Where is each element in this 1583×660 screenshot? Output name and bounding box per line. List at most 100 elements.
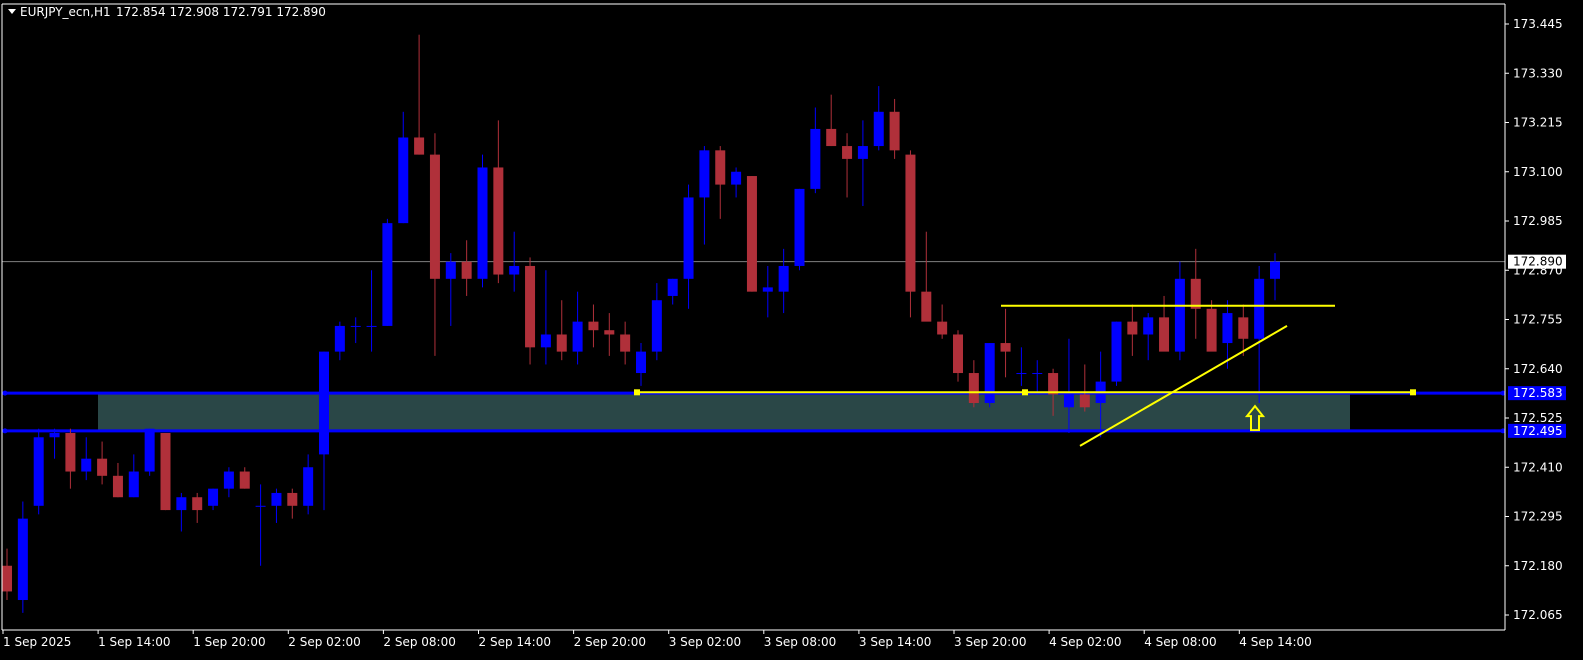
candle-body — [1222, 313, 1233, 344]
line-anchor-handle[interactable] — [634, 389, 640, 396]
candle-body — [1159, 317, 1170, 352]
candle-body — [128, 471, 139, 498]
y-tick-label: 172.755 — [1513, 313, 1563, 327]
candle-body — [414, 137, 425, 155]
x-tick-label: 2 Sep 20:00 — [574, 635, 646, 649]
candle-body — [588, 321, 599, 331]
candle-body — [445, 261, 456, 279]
x-tick-label: 1 Sep 20:00 — [193, 635, 265, 649]
candle-body — [746, 176, 757, 292]
candle-body — [429, 154, 440, 279]
y-tick-label: 172.640 — [1513, 362, 1563, 376]
y-tick-label: 172.525 — [1513, 411, 1563, 425]
candle-body — [1127, 321, 1138, 335]
candle-body — [826, 128, 837, 147]
candle-body — [81, 458, 92, 472]
candle-body — [239, 471, 250, 489]
candle-body — [540, 334, 551, 348]
zone-price-label: 172.495 — [1513, 424, 1563, 438]
candle-body — [398, 137, 409, 224]
x-tick-label: 2 Sep 02:00 — [288, 635, 360, 649]
x-tick-label: 4 Sep 08:00 — [1144, 635, 1216, 649]
y-tick-label: 172.065 — [1513, 608, 1563, 622]
x-tick-label: 3 Sep 20:00 — [954, 635, 1026, 649]
candle-body — [604, 330, 615, 335]
candle-body — [1143, 317, 1154, 335]
y-tick-label: 173.100 — [1513, 165, 1563, 179]
header-ohlc: 172.854 172.908 172.791 172.890 — [116, 5, 326, 19]
candle-body — [762, 287, 773, 292]
candle-body — [699, 150, 710, 198]
line-anchor-handle[interactable] — [1022, 389, 1028, 396]
y-tick-label: 172.410 — [1513, 460, 1563, 474]
candle-body — [366, 325, 377, 327]
x-tick-label: 4 Sep 14:00 — [1239, 635, 1311, 649]
candle-body — [889, 111, 900, 151]
candle-body — [176, 497, 187, 511]
candle-body — [1254, 278, 1265, 339]
candle-body — [350, 325, 361, 327]
candle — [382, 218, 393, 326]
candle-body — [160, 432, 171, 511]
candle-body — [1063, 394, 1074, 408]
y-tick-label: 173.445 — [1513, 17, 1563, 31]
candle-body — [1206, 308, 1217, 352]
candle-body — [556, 334, 567, 352]
candle-body — [1079, 394, 1090, 408]
candle — [160, 432, 171, 511]
zone-line-anchor[interactable] — [2, 390, 8, 396]
candle — [144, 428, 155, 476]
y-tick-label: 172.180 — [1513, 559, 1563, 573]
price-chart[interactable]: 172.583172.495 172.890 173.445173.330173… — [0, 0, 1583, 660]
y-tick-label: 172.870 — [1513, 263, 1563, 277]
x-tick-label: 1 Sep 14:00 — [98, 635, 170, 649]
x-tick-label: 4 Sep 02:00 — [1049, 635, 1121, 649]
candle-body — [2, 565, 12, 592]
candle-body — [493, 167, 504, 275]
zone-price-label: 172.583 — [1513, 386, 1563, 400]
x-tick-label: 3 Sep 14:00 — [859, 635, 931, 649]
zone-line-anchor[interactable] — [2, 428, 8, 434]
candle-body — [1000, 343, 1011, 352]
chart-header: EURJPY_ecn,H1 172.854 172.908 172.791 17… — [8, 5, 326, 19]
candle — [477, 154, 488, 288]
candle-body — [842, 146, 853, 159]
y-tick-label: 172.985 — [1513, 214, 1563, 228]
y-tick-label: 172.295 — [1513, 510, 1563, 524]
candle-body — [1111, 321, 1122, 382]
candle-body — [208, 488, 219, 506]
candle-body — [651, 300, 662, 352]
x-tick-label: 2 Sep 08:00 — [383, 635, 455, 649]
candle — [984, 343, 995, 408]
candle-body — [33, 437, 44, 506]
candle-body — [715, 150, 726, 185]
candle-body — [1190, 278, 1201, 309]
candle-body — [778, 265, 789, 292]
candle-body — [525, 265, 536, 348]
header-symbol: EURJPY_ecn,H1 — [20, 5, 111, 19]
candle-body — [731, 171, 742, 185]
candle-body — [984, 343, 995, 404]
candle-body — [1048, 373, 1059, 395]
candle-body — [223, 471, 234, 489]
candle-body — [303, 467, 314, 506]
y-tick-label: 173.330 — [1513, 66, 1563, 80]
x-tick-label: 3 Sep 02:00 — [669, 635, 741, 649]
candle-body — [192, 497, 203, 511]
candle-body — [572, 321, 583, 352]
candle-body — [1032, 373, 1043, 375]
candle-body — [112, 475, 123, 498]
x-tick-label: 2 Sep 14:00 — [479, 635, 551, 649]
candle-body — [794, 188, 805, 266]
line-anchor-handle[interactable] — [1410, 389, 1416, 396]
candle-body — [255, 505, 266, 507]
candle-body — [1016, 373, 1027, 375]
candle-body — [921, 291, 932, 322]
candle — [33, 428, 44, 515]
candle-body — [810, 128, 821, 189]
x-tick-label: 1 Sep 2025 — [3, 635, 71, 649]
candle-body — [65, 432, 76, 472]
candle-body — [319, 351, 329, 455]
candle-body — [937, 321, 948, 335]
candle-body — [287, 492, 298, 506]
